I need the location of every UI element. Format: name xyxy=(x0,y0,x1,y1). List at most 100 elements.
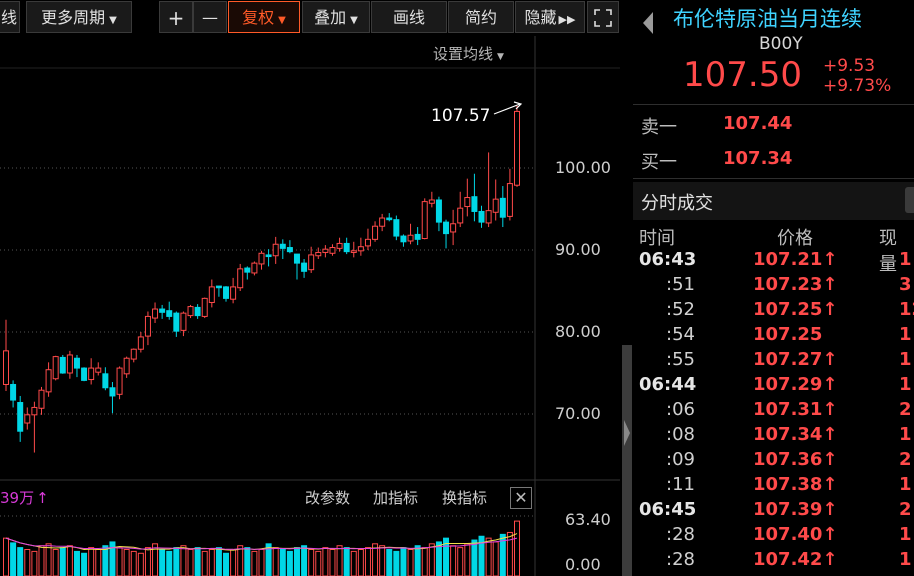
tick-volume: 1 xyxy=(899,349,912,370)
sell-one-price: 107.44 xyxy=(723,113,793,134)
tick-row: :52 107.25↑ 12 xyxy=(633,299,914,324)
tick-price: 107.38↑ xyxy=(753,474,838,495)
candle-body xyxy=(81,367,88,381)
volume-bar xyxy=(428,543,435,576)
volume-bar xyxy=(180,545,187,576)
candle-body xyxy=(38,389,45,409)
tick-volume: 2 xyxy=(899,449,912,470)
volume-bar xyxy=(457,547,464,576)
tick-row: :28 107.42↑ 1 xyxy=(633,549,914,574)
candle-body xyxy=(208,286,215,303)
tick-volume: 2 xyxy=(899,399,912,420)
tick-time: :28 xyxy=(666,524,695,545)
candle-body xyxy=(223,286,230,299)
candle-body xyxy=(293,253,300,264)
volume-bar xyxy=(208,549,215,576)
tick-volume: 12 xyxy=(899,299,914,320)
volume-bar xyxy=(400,547,407,576)
tick-time: :11 xyxy=(666,474,695,495)
vol-tick-label: 0.00 xyxy=(565,555,601,574)
vol-tick-label: 63.40 xyxy=(565,510,611,529)
volume-bar xyxy=(3,537,9,576)
y-tick-label: 100.00 xyxy=(555,158,611,177)
y-tick-label: 80.00 xyxy=(555,322,601,341)
last-price: 107.50 xyxy=(683,55,802,95)
y-tick-label: 70.00 xyxy=(555,404,601,423)
tick-price: 107.27↑ xyxy=(753,349,838,370)
add-indicator-button[interactable]: 加指标 xyxy=(373,487,418,508)
candle-body xyxy=(499,197,506,218)
volume-bar xyxy=(24,549,31,576)
collapse-arrow-icon[interactable] xyxy=(622,418,632,448)
back-arrow-icon[interactable] xyxy=(641,10,655,36)
candle-body xyxy=(464,197,471,208)
close-indicator-button[interactable]: ✕ xyxy=(510,487,532,509)
divider xyxy=(633,104,914,105)
candle-body xyxy=(421,201,428,240)
volume-bar xyxy=(301,545,308,576)
up-arrow-icon: ↑ xyxy=(36,489,49,507)
volume-bar xyxy=(59,547,66,576)
close-icon: ✕ xyxy=(514,488,528,507)
set-ma-button[interactable]: 设置均线 ▼ xyxy=(433,43,504,64)
tick-row: 06:44 107.29↑ 1 xyxy=(633,374,914,399)
instrument-code: B00Y xyxy=(759,34,803,54)
candle-body xyxy=(88,367,95,381)
candle-body xyxy=(24,414,31,424)
quote-panel: 布伦特原油当月连续 B00Y 107.50 +9.53 +9.73% 卖一 10… xyxy=(633,0,914,576)
candle-body xyxy=(322,248,329,253)
candle-body xyxy=(457,207,464,224)
scrollbar-thumb[interactable] xyxy=(622,345,632,576)
candle-body xyxy=(173,312,180,332)
tick-row: 06:45 107.39↑ 2 xyxy=(633,499,914,524)
candle-body xyxy=(258,252,265,265)
tick-price: 107.39↑ xyxy=(753,499,838,520)
col-time-header: 时间 xyxy=(639,228,675,249)
candle-body xyxy=(379,217,386,227)
volume-bar xyxy=(293,547,300,576)
tick-volume: 1 xyxy=(899,324,912,345)
candle-body xyxy=(123,357,130,375)
tick-time: :52 xyxy=(666,299,695,320)
tick-volume: 1 xyxy=(899,424,912,445)
volume-bar xyxy=(88,547,95,576)
candle-body xyxy=(116,367,123,395)
candle-body xyxy=(201,297,208,317)
volume-bar xyxy=(10,542,17,576)
change-params-button[interactable]: 改参数 xyxy=(305,487,350,508)
volume-bar xyxy=(286,550,293,576)
volume-bar xyxy=(144,547,151,576)
buy-one-label: 买一 xyxy=(641,152,677,173)
candle-body xyxy=(386,217,393,221)
tick-price: 107.34↑ xyxy=(753,424,838,445)
tick-time: :28 xyxy=(666,549,695,570)
switch-indicator-button[interactable]: 换指标 xyxy=(442,487,487,508)
volume-bar xyxy=(393,550,400,576)
candle-body xyxy=(144,315,151,337)
candle-body xyxy=(237,268,244,289)
volume-bar xyxy=(95,549,102,576)
volume-bar xyxy=(350,550,357,576)
volume-bar xyxy=(492,541,499,576)
tick-price: 107.36↑ xyxy=(753,449,838,470)
ticks-title: 分时成交 xyxy=(641,193,713,214)
annotation-arrow-icon xyxy=(493,101,523,115)
volume-bar xyxy=(244,547,251,576)
volume-bar xyxy=(130,550,137,576)
candle-body xyxy=(407,234,414,242)
volume-bar xyxy=(194,547,201,576)
candle-body xyxy=(52,356,59,380)
volume-bar xyxy=(386,549,393,576)
volume-bar xyxy=(223,552,230,576)
candle-body xyxy=(400,235,407,243)
candle-body xyxy=(350,250,357,253)
tick-time: :51 xyxy=(666,274,695,295)
volume-bar xyxy=(279,549,286,576)
volume-bar xyxy=(215,547,222,576)
volume-bar xyxy=(421,547,428,576)
sell-one-label: 卖一 xyxy=(641,117,677,138)
candle-body xyxy=(435,199,442,223)
instrument-title: 布伦特原油当月连续 xyxy=(673,7,862,31)
ticks-menu-button[interactable] xyxy=(905,187,914,213)
candle-body xyxy=(66,354,73,374)
